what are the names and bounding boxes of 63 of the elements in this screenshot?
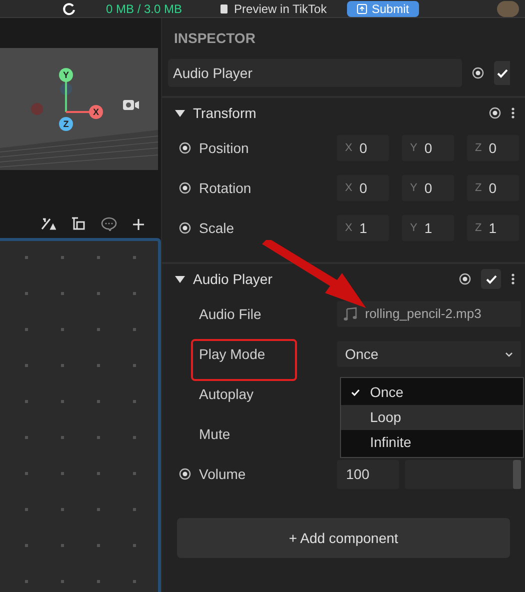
number-field[interactable]: X 0 [337, 135, 389, 161]
check-icon [496, 68, 508, 78]
axis-handle[interactable] [60, 83, 72, 95]
menu-item[interactable]: Once [341, 380, 523, 405]
target-icon[interactable] [179, 142, 191, 154]
field-label: Autoplay [199, 384, 254, 404]
preview-button[interactable]: Preview in TikTok [220, 0, 327, 18]
target-icon[interactable] [459, 273, 471, 285]
add-component-button[interactable]: + Add component [177, 518, 510, 558]
refresh-icon[interactable] [62, 2, 76, 16]
music-note-icon [343, 307, 357, 321]
phone-icon [220, 4, 228, 14]
number-field[interactable]: Z 1 [467, 215, 519, 241]
panel-title: INSPECTOR [173, 28, 256, 48]
comment-icon[interactable] [101, 217, 117, 231]
camera-icon[interactable] [122, 98, 140, 112]
upload-icon [356, 4, 367, 14]
number-field[interactable]: Z 0 [467, 175, 519, 201]
field-label: Scale [199, 218, 234, 238]
collapse-icon[interactable] [175, 110, 185, 116]
number-field[interactable]: 100 [337, 460, 399, 488]
dropdown[interactable]: Once [337, 341, 521, 367]
menu-item[interactable]: Loop [341, 405, 523, 430]
axis-label: Z [63, 119, 69, 129]
target-icon[interactable] [489, 107, 501, 119]
file-field[interactable]: rolling_pencil-2.mp3 [337, 301, 521, 327]
number-field[interactable]: X 1 [337, 215, 389, 241]
axis-label: Y [63, 70, 69, 80]
field-label: Position [199, 138, 249, 158]
field-label: Volume [199, 464, 246, 484]
chevron-down-icon [505, 352, 513, 356]
enable-checkbox[interactable] [494, 61, 510, 85]
axis-label: X [93, 107, 99, 117]
group-icon[interactable] [71, 217, 86, 231]
target-icon[interactable] [179, 182, 191, 194]
memory-usage: 0 MB / 3.0 MB [106, 0, 182, 18]
curve-icon[interactable] [40, 217, 56, 231]
number-field[interactable]: Y 0 [402, 175, 454, 201]
number-field[interactable]: X 0 [337, 175, 389, 201]
check-icon [486, 274, 496, 284]
enable-checkbox[interactable] [481, 269, 501, 289]
more-icon[interactable] [511, 107, 515, 119]
field-label: Mute [199, 424, 230, 444]
menu-item[interactable]: Infinite [341, 430, 523, 455]
slider-track[interactable] [405, 460, 521, 488]
target-icon[interactable] [472, 67, 484, 79]
name-field[interactable]: Audio Player [168, 59, 462, 87]
field-label: Audio File [199, 304, 262, 324]
number-field[interactable]: Y 1 [402, 215, 454, 241]
more-icon[interactable] [511, 273, 515, 285]
section-title: Audio Player [193, 270, 272, 289]
target-icon[interactable] [179, 222, 191, 234]
collapse-icon[interactable] [175, 276, 185, 282]
field-label: Rotation [199, 178, 252, 198]
number-field[interactable]: Y 0 [402, 135, 454, 161]
add-icon[interactable] [132, 218, 145, 230]
number-field[interactable]: Z 0 [467, 135, 519, 161]
section-title: Transform [193, 104, 256, 122]
target-icon[interactable] [179, 468, 191, 480]
field-label: Play Mode [199, 344, 266, 364]
axis-gizmo[interactable] [59, 68, 103, 131]
axis-handle[interactable] [31, 103, 43, 115]
slider-thumb[interactable] [513, 460, 521, 488]
